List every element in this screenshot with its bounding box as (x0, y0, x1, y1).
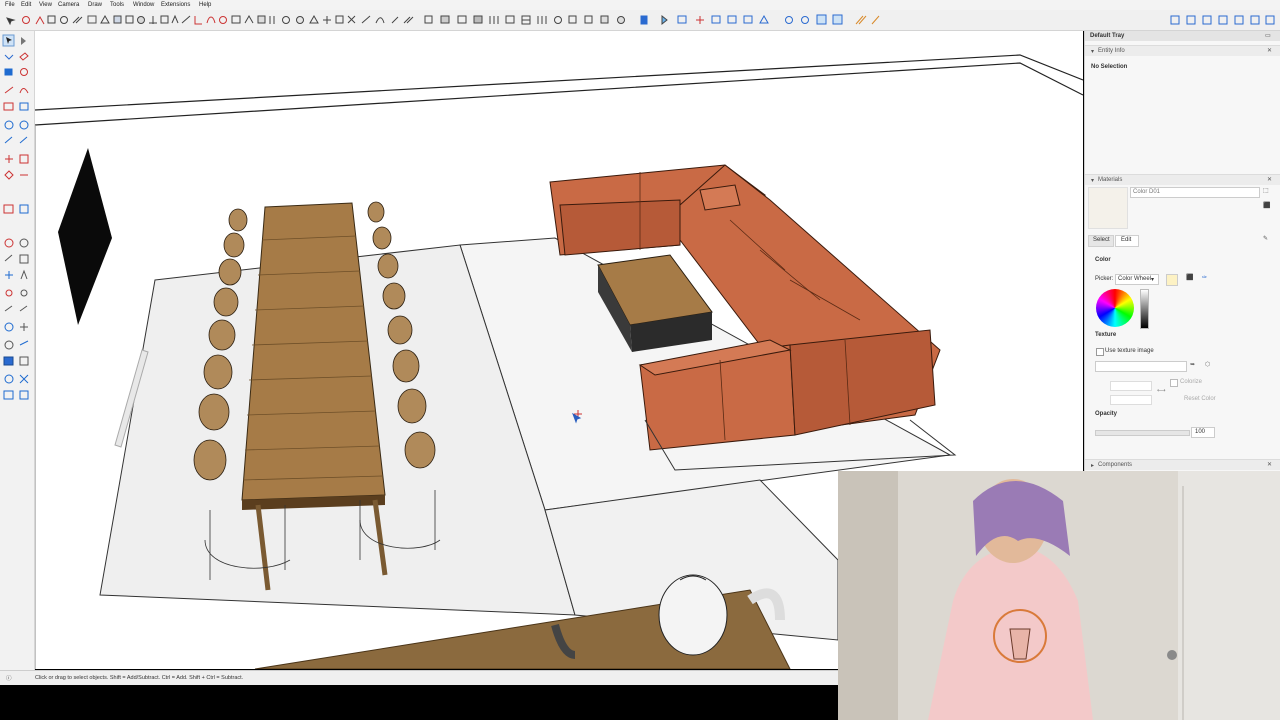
webcam-overlay (838, 471, 1280, 720)
menu-camera[interactable]: Camera (58, 2, 79, 8)
menu-bar: File Edit View Camera Draw Tools Window … (0, 0, 1280, 10)
close-icon[interactable]: ✕ (1267, 176, 1272, 183)
menu-edit[interactable]: Edit (21, 2, 31, 8)
status-text: Click or drag to select objects. Shift =… (35, 675, 244, 681)
colorize-checkbox[interactable] (1170, 379, 1178, 387)
left-tool-icons (2, 34, 29, 400)
status-bar: ⓘ Click or drag to select objects. Shift… (0, 670, 838, 685)
material-preview (1088, 187, 1128, 229)
menu-view[interactable]: View (39, 2, 52, 8)
brightness-slider[interactable] (1140, 289, 1149, 329)
menu-file[interactable]: File (5, 2, 15, 8)
main-toolbar (0, 10, 1280, 31)
color-label: Color (1095, 257, 1111, 263)
webcam-person (838, 471, 1280, 720)
menu-help[interactable]: Help (199, 2, 211, 8)
opacity-label: Opacity (1095, 411, 1118, 417)
texture-width-field[interactable] (1110, 381, 1152, 391)
materials-header[interactable]: ▾ Materials ✕ (1085, 174, 1280, 185)
opacity-field[interactable]: 100 (1191, 427, 1215, 438)
close-icon[interactable]: ✕ (1267, 47, 1272, 54)
entity-info-header[interactable]: ▾ Entity Info ✕ (1085, 45, 1280, 56)
picker-label: Picker: (1095, 276, 1114, 282)
reset-color-button[interactable]: Reset Color (1184, 396, 1216, 402)
texture-path-field[interactable] (1095, 361, 1187, 372)
tab-edit[interactable]: Edit (1115, 235, 1139, 247)
opacity-slider[interactable] (1095, 430, 1190, 436)
eyedropper-icon[interactable]: ✑ (1202, 274, 1207, 281)
color-wheel[interactable] (1096, 289, 1134, 327)
chevron-down-icon: ▾ (1151, 277, 1155, 283)
tray-pin-icon[interactable]: ▭ (1265, 32, 1271, 39)
components-header[interactable]: ▸ Components ✕ (1085, 459, 1280, 470)
use-texture-label: Use texture image (1105, 348, 1154, 354)
picker-select[interactable]: Color Wheel ▾ (1115, 274, 1159, 285)
paint-bucket-icon[interactable]: ⬛ (1263, 202, 1270, 209)
sample-paint-icon[interactable]: ✎ (1263, 235, 1268, 242)
material-name-field[interactable]: Color D01 (1130, 187, 1260, 198)
link-icon[interactable]: ⟷ (1157, 387, 1166, 394)
tray-title: Default Tray ▭ (1085, 31, 1280, 41)
tab-select[interactable]: Select (1088, 235, 1114, 247)
close-icon[interactable]: ✕ (1267, 461, 1272, 468)
selection-status: No Selection (1091, 64, 1128, 70)
use-texture-checkbox[interactable] (1096, 348, 1104, 356)
info-icon[interactable]: ⓘ (6, 674, 12, 682)
menu-tools[interactable]: Tools (110, 2, 124, 8)
default-tray: Default Tray ▭ ▾ Entity Info ✕ No Select… (1084, 31, 1280, 471)
texture-height-field[interactable] (1110, 395, 1152, 405)
collapse-arrow-icon: ▸ (1091, 463, 1095, 469)
collapse-arrow-icon: ▾ (1091, 178, 1095, 184)
left-toolbar (0, 31, 35, 671)
menu-extensions[interactable]: Extensions (161, 2, 190, 8)
browse-icon[interactable]: ➥ (1190, 361, 1195, 368)
menu-window[interactable]: Window (133, 2, 154, 8)
edit-texture-icon[interactable]: ⬡ (1205, 361, 1210, 368)
tv-screen (58, 148, 112, 325)
match-color-icon[interactable]: ⬛ (1186, 274, 1193, 281)
letterbox (0, 685, 838, 720)
menu-draw[interactable]: Draw (88, 2, 102, 8)
color-swatch[interactable] (1166, 274, 1178, 286)
texture-label: Texture (1095, 332, 1117, 338)
create-material-icon[interactable]: ⬚ (1263, 187, 1269, 194)
collapse-arrow-icon: ▾ (1091, 49, 1095, 55)
toolbar-icons (6, 14, 1275, 26)
